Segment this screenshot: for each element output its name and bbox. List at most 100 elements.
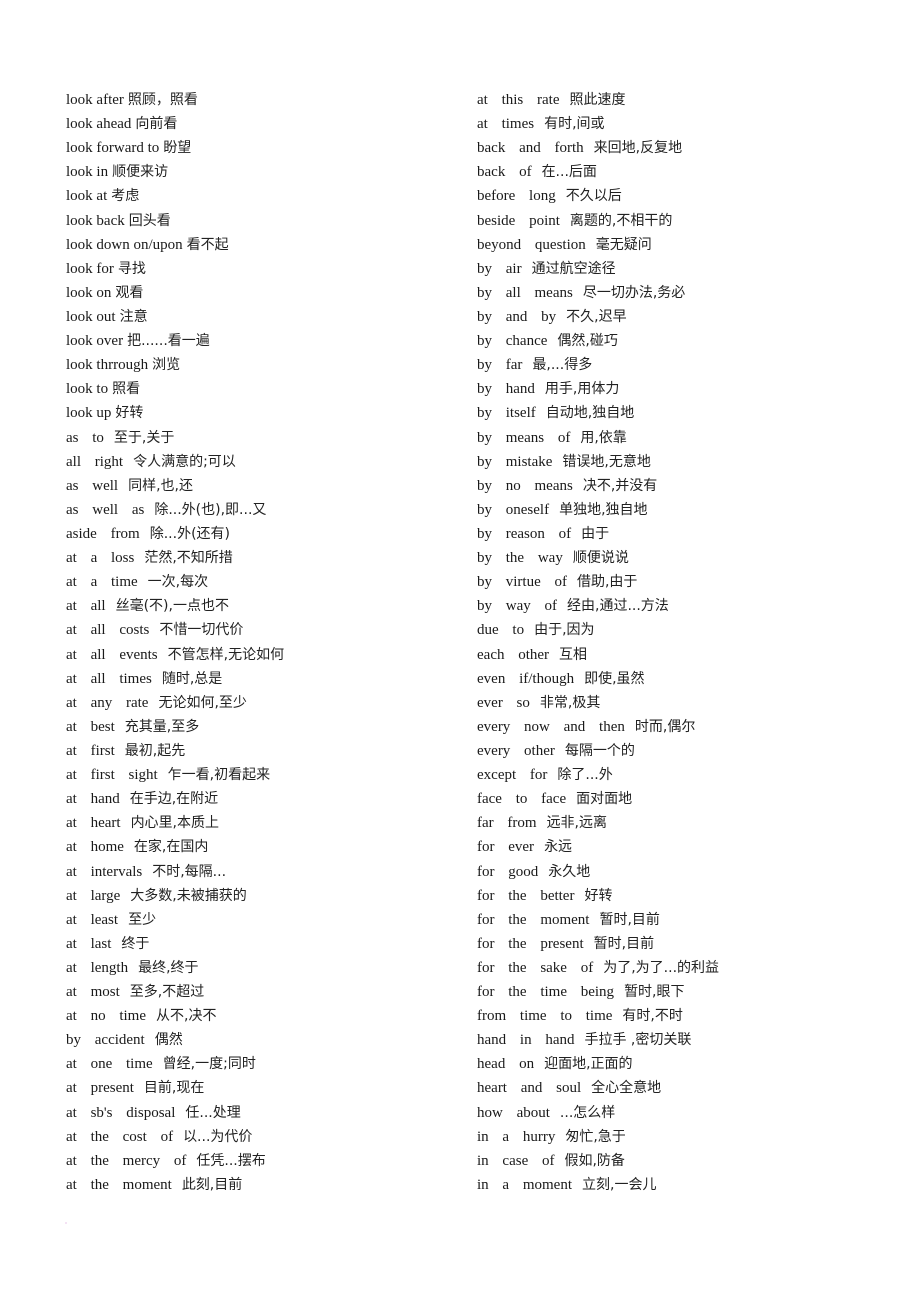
phrase-entry: at best 充其量,至多: [66, 715, 466, 739]
phrase-meaning: 不惜一切代价: [159, 622, 244, 639]
phrase-text: back of: [477, 164, 532, 181]
phrase-entry: by accident 偶然: [66, 1028, 466, 1052]
phrase-entry: at intervals 不时,每隔...: [66, 860, 466, 884]
phrase-entry: look over 把......看一遍: [66, 329, 466, 353]
phrase-text: all right: [66, 453, 124, 470]
phrase-meaning: 远非,远离: [546, 815, 608, 832]
phrase-entry: heart and soul 全心全意地: [477, 1076, 897, 1100]
phrase-entry: as to 至于,关于: [66, 426, 466, 450]
phrase-text: at no time: [66, 1008, 146, 1025]
phrase-meaning: 在手边,在附近: [129, 791, 219, 808]
phrase-entry: head on 迎面地,正面的: [477, 1052, 897, 1076]
phrase-text: look out: [66, 308, 116, 325]
phrase-text: for good: [477, 863, 539, 880]
phrase-meaning: 同样,也,还: [128, 477, 193, 494]
phrase-meaning: 好转: [115, 405, 144, 422]
phrase-text: in a hurry: [477, 1128, 556, 1145]
phrase-text: by itself: [477, 405, 536, 422]
phrase-entry: face to face 面对面地: [477, 787, 897, 811]
phrase-entry: look back 回头看: [66, 209, 466, 233]
phrase-text: before long: [477, 188, 556, 205]
phrase-entry: at last 终于: [66, 932, 466, 956]
phrase-meaning: 回头看: [128, 212, 171, 229]
phrase-meaning: 在...后面: [541, 164, 597, 181]
phrase-entry: for the moment 暂时,目前: [477, 908, 897, 932]
phrase-meaning: 最,...得多: [532, 357, 593, 374]
phrase-text: how about: [477, 1104, 550, 1121]
phrase-text: at this rate: [477, 92, 560, 108]
phrase-text: look over: [66, 333, 124, 350]
phrase-meaning: 毫无疑问: [595, 236, 652, 253]
phrase-text: look up: [66, 405, 112, 422]
phrase-entry: how about ...怎么样: [477, 1101, 897, 1125]
phrase-meaning: 无论如何,至少: [158, 694, 247, 711]
phrase-entry: at the cost of 以...为代价: [66, 1125, 466, 1149]
phrase-meaning: 盼望: [163, 140, 192, 157]
phrase-text: even if/though: [477, 670, 575, 687]
phrase-text: as well: [66, 477, 119, 494]
phrase-entry: ever so 非常,极其: [477, 691, 897, 715]
phrase-entry: by no means 决不,并没有: [477, 474, 897, 498]
phrase-meaning: 离题的,不相干的: [569, 212, 673, 229]
phrase-text: except for: [477, 767, 548, 784]
phrase-meaning: 用,依靠: [580, 429, 627, 446]
phrase-text: in a moment: [477, 1176, 572, 1193]
phrase-meaning: 浏览: [152, 357, 181, 374]
phrase-text: for the sake of: [477, 959, 594, 976]
phrase-meaning: 除...外(还有): [149, 525, 231, 542]
phrase-entry: hand in hand 手拉手 ,密切关联: [477, 1028, 897, 1052]
phrase-text: for the present: [477, 935, 584, 952]
phrase-entry: back of 在...后面: [477, 160, 897, 184]
phrase-meaning: 永远: [544, 839, 573, 856]
phrase-meaning: 好转: [584, 887, 613, 904]
phrase-entry: at least 至少: [66, 908, 466, 932]
phrase-meaning: 最初,起先: [124, 742, 186, 759]
phrase-entry: by means of 用,依靠: [477, 426, 897, 450]
phrase-entry: look down on/upon 看不起: [66, 233, 466, 257]
phrase-meaning: 充其量,至多: [124, 718, 200, 735]
phrase-text: at the cost of: [66, 1128, 174, 1145]
phrase-entry: by hand 用手,用体力: [477, 377, 897, 401]
phrase-text: by and by: [477, 308, 557, 325]
phrase-text: by air: [477, 260, 522, 277]
phrase-meaning: 不久,迟早: [566, 308, 627, 325]
phrase-entry: look on 观看: [66, 281, 466, 305]
phrase-text: beside point: [477, 212, 560, 229]
phrase-text: at intervals: [66, 863, 143, 880]
phrase-text: by chance: [477, 333, 548, 350]
phrase-entry: by air 通过航空途径: [477, 257, 897, 281]
phrase-meaning: 不时,每隔...: [152, 863, 227, 880]
phrase-text: by means of: [477, 429, 571, 446]
phrase-text: at last: [66, 935, 112, 952]
phrase-meaning: 手拉手 ,密切关联: [584, 1032, 692, 1049]
phrase-meaning: 全心全意地: [591, 1080, 662, 1097]
phrase-meaning: 至于,关于: [113, 429, 175, 446]
phrase-entry: for the better 好转: [477, 884, 897, 908]
phrase-meaning: 即使,虽然: [584, 670, 645, 687]
phrase-entry: look after 照顾，照看: [66, 88, 466, 112]
phrase-text: beyond question: [477, 236, 586, 253]
phrase-text: look in: [66, 164, 109, 181]
phrase-text: at present: [66, 1080, 134, 1097]
phrase-meaning: 暂时,目前: [593, 935, 655, 952]
phrase-entry: at hand 在手边,在附近: [66, 787, 466, 811]
phrase-entry: look forward to 盼望: [66, 136, 466, 160]
phrase-entry: at home 在家,在国内: [66, 835, 466, 859]
phrase-text: at large: [66, 887, 121, 904]
phrase-text: heart and soul: [477, 1080, 582, 1097]
phrase-entry: at a time 一次,每次: [66, 570, 466, 594]
phrase-text: head on: [477, 1056, 535, 1073]
phrase-entry: look for 寻找: [66, 257, 466, 281]
phrase-meaning: 考虑: [111, 188, 140, 205]
phrase-text: at most: [66, 984, 120, 1001]
phrase-text: face to face: [477, 791, 567, 808]
phrase-text: far from: [477, 815, 537, 832]
phrase-meaning: 把......看一遍: [127, 333, 210, 350]
phrase-meaning: 时而,偶尔: [634, 718, 696, 735]
phrase-meaning: 从不,决不: [156, 1008, 217, 1025]
phrase-meaning: 向前看: [135, 116, 178, 133]
phrase-entry: at any rate 无论如何,至少: [66, 691, 466, 715]
phrase-text: by hand: [477, 381, 535, 398]
phrase-entry: in a moment 立刻,一会儿: [477, 1173, 897, 1197]
phrase-entry: as well as 除...外(也),即...又: [66, 498, 466, 522]
